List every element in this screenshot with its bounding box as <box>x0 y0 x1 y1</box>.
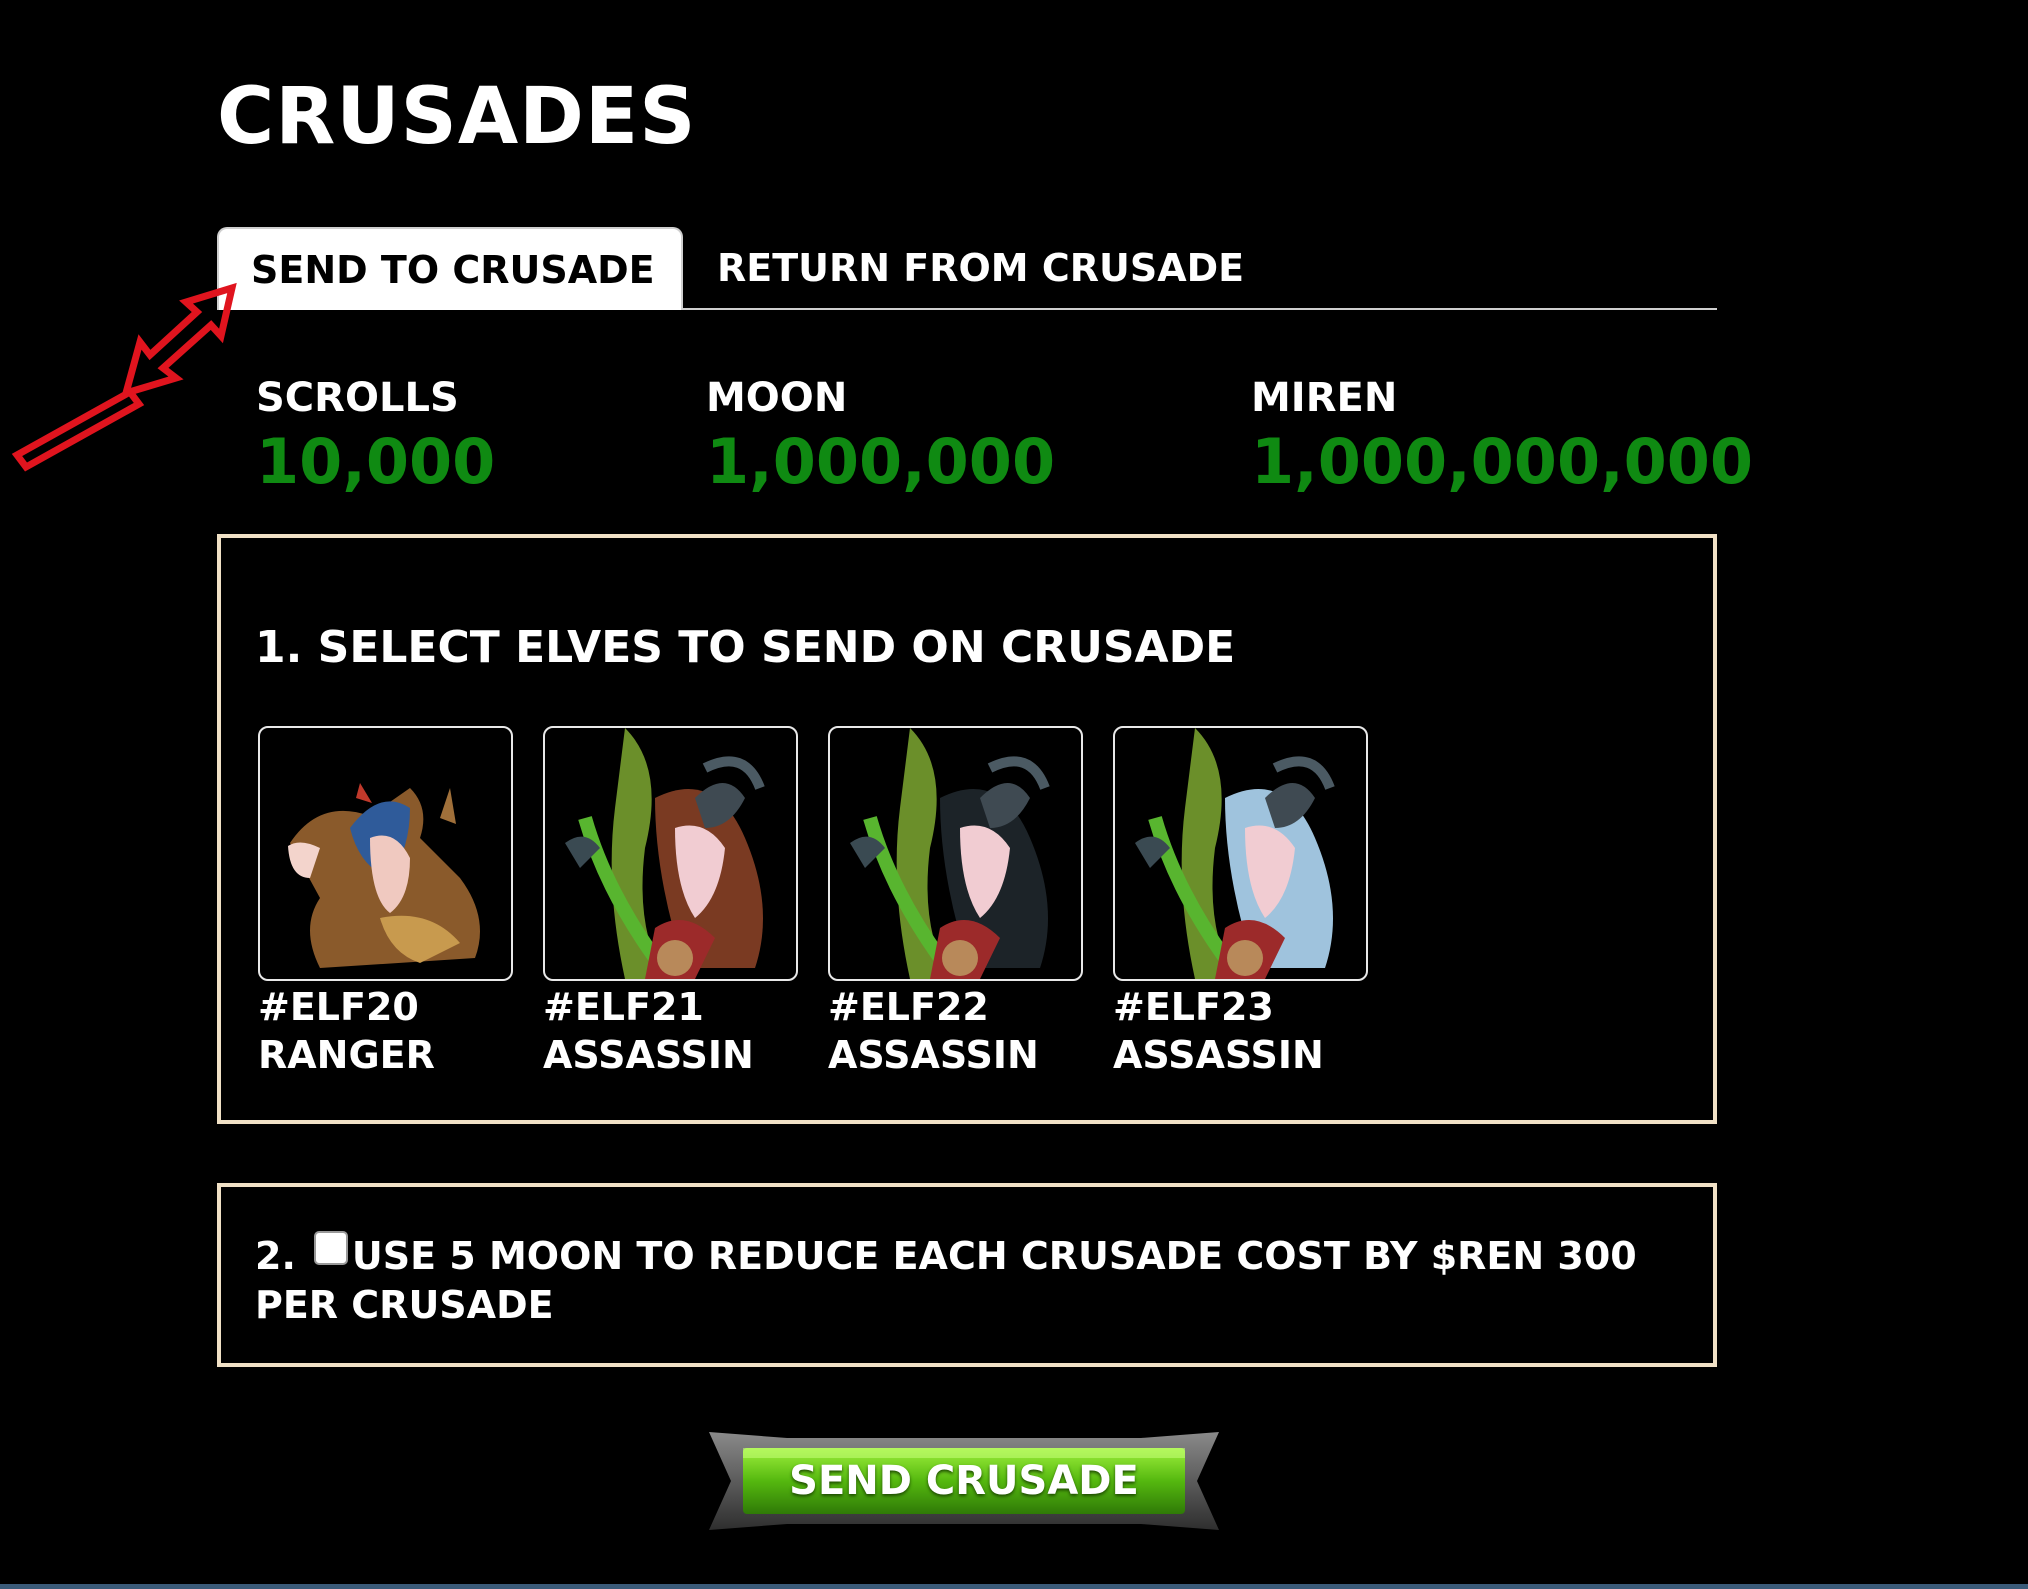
stat-scrolls-label: SCROLLS <box>256 375 459 421</box>
tab-return-from-crusade[interactable]: RETURN FROM CRUSADE <box>717 227 1244 308</box>
elf-class: RANGER <box>258 1033 435 1077</box>
elf-portrait-assassin <box>828 726 1083 981</box>
stat-miren-label: MIREN <box>1251 375 1398 421</box>
tab-send-to-crusade[interactable]: SEND TO CRUSADE <box>217 227 683 310</box>
elf-class: ASSASSIN <box>828 1033 1039 1077</box>
elf-portrait-assassin <box>543 726 798 981</box>
annotation-arrow-icon <box>11 282 237 472</box>
stat-moon: MOON 1,000,000 <box>706 374 1055 498</box>
elf-list: #ELF20 RANGER #ELF21 ASSASSIN #ELF22 ASS… <box>258 726 1368 1079</box>
moon-option: 2. USE 5 MOON TO REDUCE EACH CRUSADE COST… <box>255 1231 1675 1330</box>
elf-id: #ELF21 <box>543 985 704 1029</box>
select-elves-panel: 1. SELECT ELVES TO SEND ON CRUSADE #ELF2… <box>217 534 1717 1124</box>
elf-portrait-assassin <box>1113 726 1368 981</box>
elf-id: #ELF23 <box>1113 985 1274 1029</box>
elf-card[interactable]: #ELF21 ASSASSIN <box>543 726 798 1079</box>
elf-id: #ELF20 <box>258 985 419 1029</box>
stat-moon-value: 1,000,000 <box>706 425 1056 498</box>
stat-scrolls-value: 10,000 <box>256 425 496 498</box>
elf-card[interactable]: #ELF22 ASSASSIN <box>828 726 1083 1079</box>
stat-miren-value: 1,000,000,000 <box>1251 425 1754 498</box>
moon-step-number: 2. <box>255 1234 296 1278</box>
use-moon-checkbox[interactable] <box>313 1231 348 1265</box>
bottom-border <box>0 1584 2028 1589</box>
elf-class: ASSASSIN <box>1113 1033 1324 1077</box>
moon-option-label: USE 5 MOON TO REDUCE EACH CRUSADE COST B… <box>255 1234 1637 1327</box>
elf-card[interactable]: #ELF23 ASSASSIN <box>1113 726 1368 1079</box>
elf-class: ASSASSIN <box>543 1033 754 1077</box>
elf-card[interactable]: #ELF20 RANGER <box>258 726 513 1079</box>
stat-miren: MIREN 1,000,000,000 <box>1251 374 1753 498</box>
send-crusade-label: SEND CRUSADE <box>789 1458 1139 1504</box>
elf-id: #ELF22 <box>828 985 989 1029</box>
moon-option-panel: 2. USE 5 MOON TO REDUCE EACH CRUSADE COST… <box>217 1183 1717 1367</box>
send-crusade-button[interactable]: SEND CRUSADE <box>707 1424 1221 1538</box>
page-title: CRUSADES <box>217 72 697 162</box>
tab-bar: SEND TO CRUSADE RETURN FROM CRUSADE <box>217 227 1717 310</box>
elf-portrait-ranger <box>258 726 513 981</box>
stat-scrolls: SCROLLS 10,000 <box>256 374 495 498</box>
stat-moon-label: MOON <box>706 375 848 421</box>
select-elves-title: 1. SELECT ELVES TO SEND ON CRUSADE <box>255 622 1236 673</box>
